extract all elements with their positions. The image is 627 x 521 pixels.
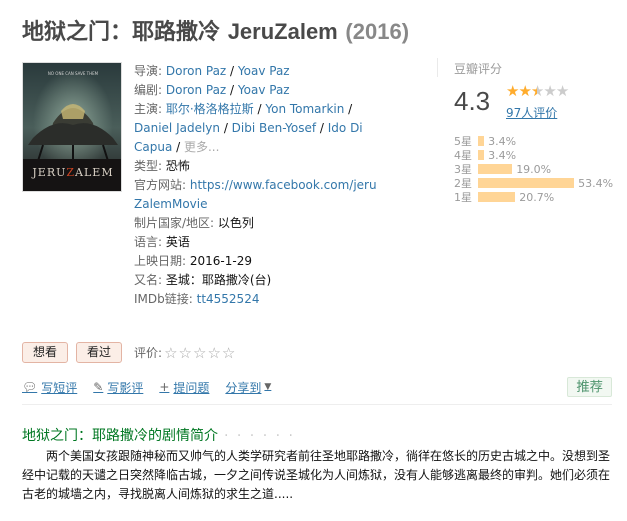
ask-question-link[interactable]: + 提问题	[159, 379, 209, 396]
write-review-link[interactable]: ✎ 写影评	[93, 379, 143, 396]
plus-icon: +	[159, 380, 170, 394]
cast-link[interactable]: Daniel Jadelyn	[134, 121, 220, 135]
imdb-link[interactable]: tt4552524	[197, 292, 260, 306]
want-to-watch-button[interactable]: 想看	[22, 342, 69, 363]
comment-icon: 💬︎	[22, 380, 38, 394]
star-outline-icon[interactable]: ☆	[207, 344, 221, 362]
director-link[interactable]: Yoav Paz	[238, 64, 290, 78]
chevron-down-icon: ▼	[264, 382, 272, 392]
rating-row-3: 3星 19.0%	[454, 162, 552, 177]
poster-image: JERUZALEM NO ONE CAN SAVE THEM	[23, 63, 121, 191]
info-cast: 主演: 耶尔·格洛格拉斯 / Yon Tomarkin / Daniel Jad…	[134, 102, 363, 154]
rating-bar	[478, 150, 485, 160]
star-outline-icon[interactable]: ☆	[164, 344, 178, 362]
title-chinese: 地狱之门：耶路撒冷	[22, 20, 221, 45]
title-year: (2016)	[345, 19, 410, 44]
action-bar: 💬︎ 写短评 ✎ 写影评 + 提问题 分享到 ▼ 推荐	[22, 377, 612, 397]
rating-stars: ★★★★★	[506, 82, 569, 100]
watched-button[interactable]: 看过	[76, 342, 123, 363]
share-link[interactable]: 分享到 ▼	[225, 379, 275, 396]
writer-link[interactable]: Doron Paz	[166, 83, 226, 97]
divider	[22, 404, 612, 405]
rating-row-2: 2星 53.4%	[454, 176, 614, 191]
star-icon: ★	[506, 82, 519, 100]
rating-bar	[478, 164, 513, 174]
info-release: 上映日期: 2016-1-29	[134, 254, 252, 268]
info-country: 制片国家/地区: 以色列	[134, 216, 254, 230]
star-outline-icon[interactable]: ☆	[179, 344, 193, 362]
poster-tagline: NO ONE CAN SAVE THEM	[48, 71, 99, 76]
info-imdb: IMDb链接: tt4552524	[134, 292, 260, 306]
rating-title: 豆瓣评分	[454, 62, 503, 76]
title-latin: JeruZalem	[227, 19, 338, 44]
rating-row-4: 4星 3.4%	[454, 148, 517, 163]
star-icon: ★	[518, 82, 531, 100]
rate-stars[interactable]: ☆☆☆☆☆	[164, 344, 236, 362]
rating-bar	[478, 178, 575, 188]
write-short-review-link[interactable]: 💬︎ 写短评	[22, 379, 77, 396]
recommend-button[interactable]: 推荐	[567, 377, 612, 397]
rating-row-5: 5星 3.4%	[454, 134, 517, 149]
collect-buttons: 想看 看过 评价: ☆☆☆☆☆	[22, 342, 236, 363]
info-writer: 编剧: Doron Paz / Yoav Paz	[134, 83, 290, 97]
cast-more-link[interactable]: 更多...	[184, 140, 219, 154]
synopsis-title: 地狱之门：耶路撒冷的剧情简介 · · · · · ·	[22, 428, 295, 444]
star-outline-icon[interactable]: ☆	[193, 344, 207, 362]
movie-poster[interactable]: JERUZALEM NO ONE CAN SAVE THEM	[22, 62, 122, 192]
info-director: 导演: Doron Paz / Yoav Paz	[134, 64, 290, 78]
star-outline-icon[interactable]: ☆	[222, 344, 236, 362]
info-website: 官方网站: https://www.facebook.com/jeruZalem…	[134, 178, 377, 211]
cast-link[interactable]: Dibi Ben-Yosef	[232, 121, 316, 135]
rating-distribution: 5星 3.4% 4星 3.4% 3星 19.0% 2星 53.4% 1星 20.7%	[454, 134, 614, 205]
cast-link[interactable]: 耶尔·格洛格拉斯	[166, 102, 254, 116]
rating-score: 4.3	[454, 86, 491, 116]
rating-bar	[478, 136, 485, 146]
director-link[interactable]: Doron Paz	[166, 64, 226, 78]
rating-bar	[478, 192, 516, 202]
cast-link[interactable]: Yon Tomarkin	[265, 102, 344, 116]
star-icon: ★	[543, 82, 556, 100]
synopsis-text: 两个美国女孩跟随神秘而又帅气的人类学研究者前往圣地耶路撒冷，徜徉在悠长的历史古城…	[22, 449, 611, 501]
svg-text:JERUZALEM: JERUZALEM	[31, 166, 113, 179]
rating-panel: 豆瓣评分 4.3 ★★★★★ 97人评价 5星 3.4% 4星 3.4% 3星 19.…	[437, 58, 613, 204]
info-language: 语言: 英语	[134, 235, 190, 249]
movie-info: 导演: Doron Paz / Yoav Paz 编剧: Doron Paz /…	[134, 62, 384, 309]
movie-title: 地狱之门：耶路撒冷 JeruZalem (2016)	[22, 14, 409, 46]
pencil-icon: ✎	[93, 380, 104, 394]
star-icon: ★	[555, 82, 569, 100]
rate-label: 评价:	[134, 346, 163, 360]
votes-link[interactable]: 97人评价	[506, 104, 557, 121]
info-genre: 类型: 恐怖	[134, 159, 190, 173]
half-star-icon: ★	[530, 82, 544, 100]
rating-row-1: 1星 20.7%	[454, 190, 555, 205]
writer-link[interactable]: Yoav Paz	[238, 83, 290, 97]
info-aka: 又名: 圣城：耶路撒冷(台)	[134, 273, 272, 287]
